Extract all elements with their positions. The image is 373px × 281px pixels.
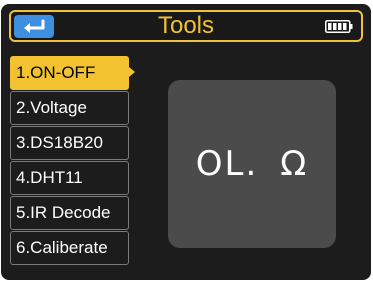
battery-full-icon bbox=[325, 20, 353, 33]
menu-item-calibrate[interactable]: 6.Caliberate bbox=[10, 231, 129, 265]
menu-item-dht11[interactable]: 4.DHT11 bbox=[10, 161, 129, 195]
menu-item-ir-decode[interactable]: 5.IR Decode bbox=[10, 196, 129, 230]
reading-value: OL. bbox=[195, 144, 259, 184]
reading-unit: Ω bbox=[280, 144, 309, 184]
menu-item-on-off[interactable]: 1.ON-OFF bbox=[10, 56, 129, 90]
menu-item-ds18b20[interactable]: 3.DS18B20 bbox=[10, 126, 129, 160]
back-button[interactable] bbox=[14, 15, 54, 38]
page-title: Tools bbox=[157, 12, 215, 39]
device-screen: Tools 1.ON-OFF 2.Voltage 3.DS18B20 4.DHT… bbox=[1, 4, 371, 280]
reading-panel: OL. Ω bbox=[168, 80, 336, 248]
return-arrow-icon bbox=[24, 19, 45, 33]
menu-item-voltage[interactable]: 2.Voltage bbox=[10, 91, 129, 125]
selection-pointer-icon bbox=[129, 67, 135, 77]
header-bar: Tools bbox=[9, 10, 363, 42]
